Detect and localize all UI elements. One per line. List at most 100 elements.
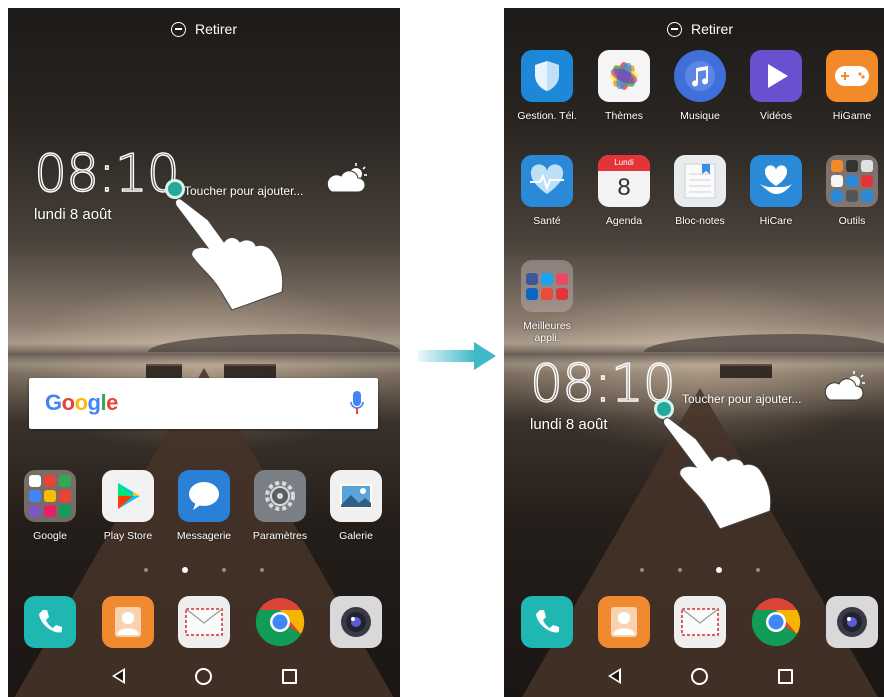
dock-chrome[interactable] [738,596,814,648]
weather-cloud-icon[interactable] [324,162,368,196]
remove-label: Retirer [194,21,237,37]
app-higame[interactable]: HiGame [814,50,884,122]
calendar-day-name: Lundi [598,155,650,171]
page-dot[interactable] [678,568,682,572]
google-folder-icon [24,470,76,522]
dock-chrome[interactable] [242,596,318,648]
clock-widget[interactable]: 08:10 lundi 8 août [33,144,180,223]
camera-icon [330,596,382,648]
email-icon [178,596,230,648]
page-dot[interactable] [222,568,226,572]
google-search-bar[interactable]: Google [29,378,378,429]
page-dot-active[interactable] [182,567,188,573]
phone-icon [521,596,573,648]
hand-pointer-icon [175,198,284,311]
video-icon [750,50,802,102]
contacts-icon [102,596,154,648]
navigation-bar [8,655,400,697]
dock-camera[interactable] [318,596,394,648]
remove-bar[interactable]: Retirer [504,18,884,40]
app-label: Gestion. Tél. [517,110,577,122]
app-music[interactable]: Musique [662,50,738,122]
app-gallery[interactable]: Galerie [318,470,394,542]
page-dot[interactable] [260,568,264,572]
page-indicator [504,567,884,573]
app-label: Google [33,530,67,542]
app-label: Outils [838,215,866,227]
app-messaging[interactable]: Messagerie [166,470,242,542]
app-agenda[interactable]: Lundi 8 Agenda [586,155,662,227]
app-label: Santé [533,215,561,227]
settings-icon [254,470,306,522]
app-health[interactable]: Santé [509,155,585,227]
home-screen-left: Retirer 08:10 lundi 8 août Toucher pour … [8,8,400,697]
music-icon [674,50,726,102]
dock-contacts[interactable] [586,596,662,648]
clock-widget[interactable]: 08:10 lundi 8 août [529,354,676,433]
recent-apps-icon[interactable] [281,668,297,684]
notepad-icon [674,155,726,207]
app-label: Messagerie [176,530,232,542]
chrome-icon [750,596,802,648]
app-notepad[interactable]: Bloc-notes [662,155,738,227]
app-label: Agenda [605,215,643,227]
hicare-icon [750,155,802,207]
recent-apps-icon[interactable] [777,668,793,684]
app-themes[interactable]: Thèmes [586,50,662,122]
remove-bar[interactable]: Retirer [8,18,400,40]
page-indicator [8,567,400,573]
app-play-store[interactable]: Play Store [90,470,166,542]
dock-phone[interactable] [12,596,88,648]
home-icon[interactable] [690,667,708,685]
app-tools[interactable]: Outils [814,155,884,227]
clock-time: 08:10 [529,354,676,414]
dock-phone[interactable] [509,596,585,648]
phone-icon [24,596,76,648]
app-label: Thèmes [605,110,643,122]
clock-time: 08:10 [33,144,180,204]
dock-camera[interactable] [814,596,884,648]
clock-date: lundi 8 août [34,206,112,223]
app-settings[interactable]: Paramètres [242,470,318,542]
home-icon[interactable] [194,667,212,685]
dock-email[interactable] [662,596,738,648]
page-dot[interactable] [144,568,148,572]
clock-date: lundi 8 août [530,416,608,433]
back-icon[interactable] [111,668,125,684]
page-dot[interactable] [756,568,760,572]
messaging-icon [178,470,230,522]
top-apps-folder-icon [521,260,573,312]
weather-add-hint[interactable]: Toucher pour ajouter... [682,392,801,406]
page-dot[interactable] [640,568,644,572]
tools-folder-icon [826,155,878,207]
wallpaper-hut [224,364,276,378]
app-label: Play Store [103,530,153,542]
transition-arrow-icon [418,342,496,370]
wallpaper-horizon [8,343,400,365]
dock-contacts[interactable] [90,596,166,648]
app-label: Vidéos [760,110,792,122]
remove-label: Retirer [690,21,733,37]
app-phone-manager[interactable]: Gestion. Tél. [509,50,585,122]
page-dot-active[interactable] [716,567,722,573]
themes-icon [598,50,650,102]
app-label: HiGame [832,110,872,122]
home-screen-right: Retirer Gestion. Tél. Thèmes Musique Vid… [504,8,884,697]
google-logo: Google [45,390,118,415]
back-icon[interactable] [607,668,621,684]
app-label: Meilleures appli. [523,320,571,345]
weather-cloud-icon[interactable] [822,370,866,404]
contacts-icon [598,596,650,648]
calendar-icon: Lundi 8 [598,155,650,207]
dock-email[interactable] [166,596,242,648]
navigation-bar [504,655,884,697]
minus-circle-icon [170,21,186,37]
app-videos[interactable]: Vidéos [738,50,814,122]
microphone-icon[interactable] [350,391,364,415]
wallpaper-hut [146,364,182,378]
app-top-apps-folder[interactable]: Meilleures appli. [509,260,585,344]
minus-circle-icon [666,21,682,37]
app-label: HiCare [759,215,793,227]
app-hicare[interactable]: HiCare [738,155,814,227]
app-google[interactable]: Google [12,470,88,542]
